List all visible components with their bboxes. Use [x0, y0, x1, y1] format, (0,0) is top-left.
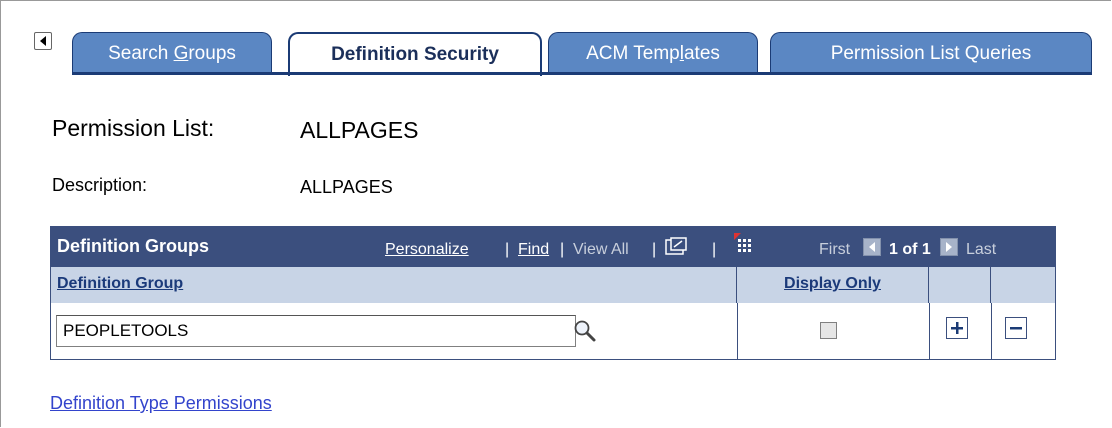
description-label: Description: [52, 175, 148, 195]
add-row-icon[interactable] [946, 317, 968, 339]
display-only-checkbox[interactable] [820, 322, 837, 339]
tab-label: ACM Templates [586, 42, 720, 64]
tab-scroll-left-icon[interactable] [34, 32, 52, 50]
definition-type-permissions-link[interactable]: Definition Type Permissions [50, 393, 272, 414]
tab-label: Permission List Queries [830, 42, 1032, 64]
tab-bar: Search Groups Definition Security ACM Te… [0, 0, 1112, 76]
tab-permission-list-queries[interactable]: Permission List Queries [770, 32, 1092, 74]
tab-definition-security[interactable]: Definition Security [288, 32, 542, 76]
tab-underline [72, 72, 1092, 75]
row-controls [50, 226, 1056, 360]
permission-list-value: ALLPAGES [300, 117, 419, 143]
permission-list-label: Permission List: [52, 115, 215, 141]
description-value: ALLPAGES [300, 177, 393, 197]
tab-label: Definition Security [331, 44, 499, 65]
tab-label: Search Groups [108, 42, 236, 64]
tab-acm-templates[interactable]: ACM Templates [548, 32, 758, 74]
lookup-icon[interactable] [572, 318, 598, 344]
definition-group-input[interactable] [56, 315, 576, 347]
delete-row-icon[interactable] [1005, 317, 1027, 339]
tab-search-groups[interactable]: Search Groups [72, 32, 272, 74]
